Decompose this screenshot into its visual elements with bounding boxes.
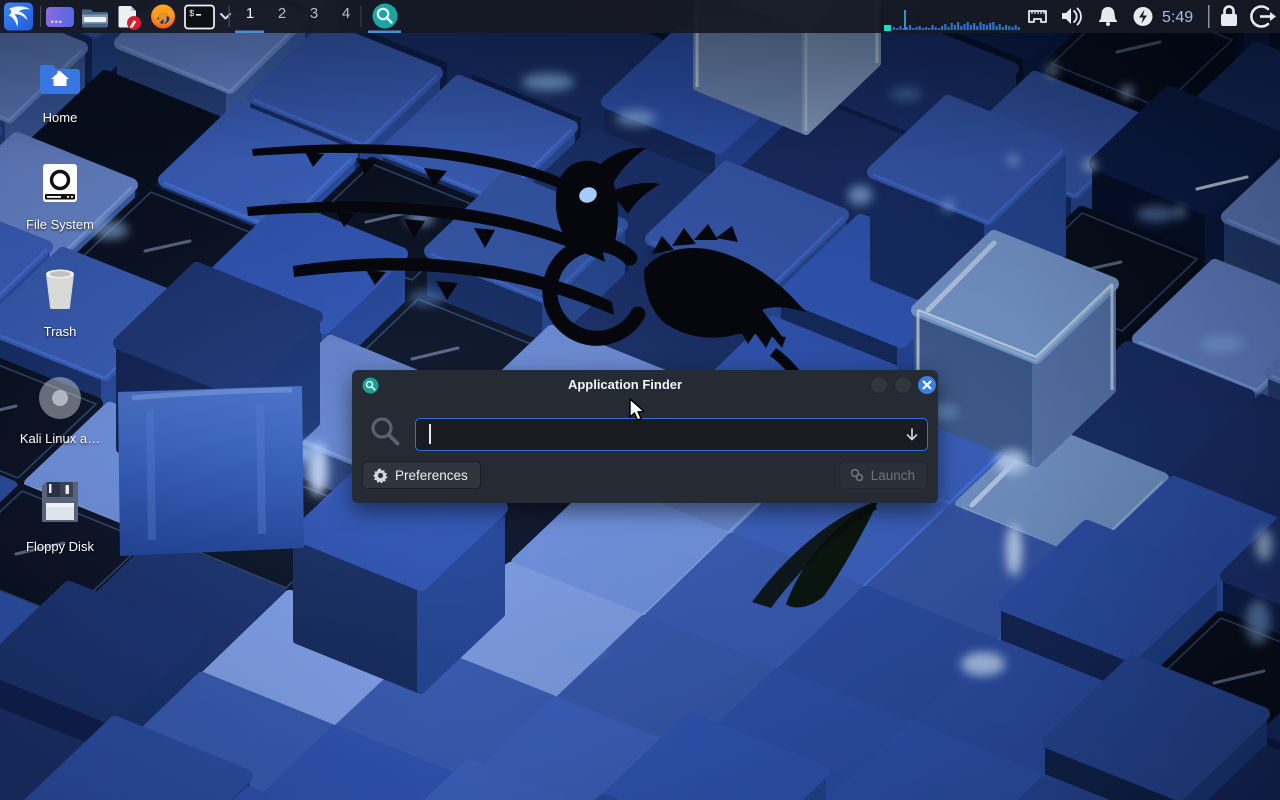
svg-text:$: $ — [189, 9, 195, 19]
svg-text:5:49: 5:49 — [1162, 9, 1193, 26]
